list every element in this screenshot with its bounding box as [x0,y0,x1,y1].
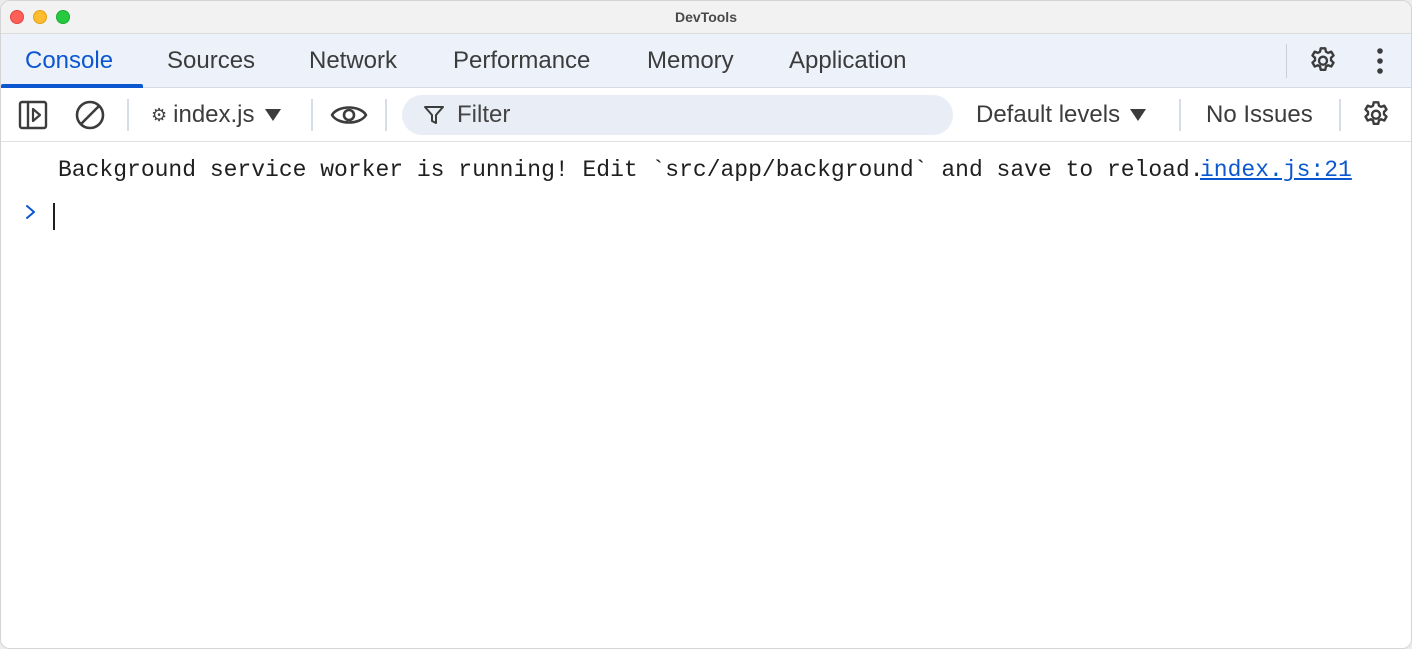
toolbar-divider [1179,99,1181,131]
toolbar-divider [311,99,313,131]
title-bar: DevTools [1,1,1411,34]
toolbar-divider [385,99,387,131]
clear-console-button[interactable] [71,97,109,133]
issues-counter[interactable]: No Issues [1206,88,1313,142]
tab-performance[interactable]: Performance [453,34,590,88]
console-toolbar: ⚙ index.js Default levels No Issues [1,88,1411,142]
filter-icon [424,106,444,124]
filter-field[interactable] [402,95,953,135]
console-settings-button[interactable] [1356,97,1396,133]
devtools-window: DevTools Console Sources Network Perform… [0,0,1412,649]
context-label: index.js [173,101,255,128]
more-vertical-icon [1377,48,1383,74]
log-levels-label: Default levels [976,101,1121,128]
console-message: Background service worker is running! Ed… [58,157,1204,183]
sidebar-toggle-icon [18,100,48,130]
live-expression-button[interactable] [327,97,371,133]
tab-sources[interactable]: Sources [167,34,255,88]
console-prompt-input[interactable] [53,203,55,230]
tab-memory[interactable]: Memory [647,34,734,88]
eye-icon [330,106,368,124]
message-source-link[interactable]: index.js:21 [1200,157,1352,183]
toolbar-divider [127,99,129,131]
filter-input[interactable] [455,100,915,130]
window-title: DevTools [675,9,737,25]
clear-icon [75,100,105,130]
dropdown-arrow-icon [264,109,281,121]
tab-application[interactable]: Application [789,34,906,88]
dropdown-arrow-icon [1130,109,1147,121]
show-sidebar-button[interactable] [15,98,51,132]
tab-network[interactable]: Network [309,34,397,88]
more-options-button[interactable] [1365,41,1395,81]
toolbar-divider [1339,99,1341,131]
settings-button[interactable] [1303,41,1343,81]
settings-small-icon: ⚙ [151,104,168,125]
gear-icon [1364,101,1388,125]
issues-label: No Issues [1206,101,1313,128]
context-selector[interactable]: ⚙ index.js [151,88,281,142]
panel-tab-bar: Console Sources Network Performance Memo… [1,34,1411,88]
log-levels-dropdown[interactable]: Default levels [976,88,1147,142]
tab-console[interactable]: Console [25,34,113,88]
tab-bar-divider [1286,44,1287,78]
gear-icon [1311,47,1335,71]
console-output[interactable]: Background service worker is running! Ed… [1,143,1411,648]
prompt-chevron-icon [23,201,39,228]
